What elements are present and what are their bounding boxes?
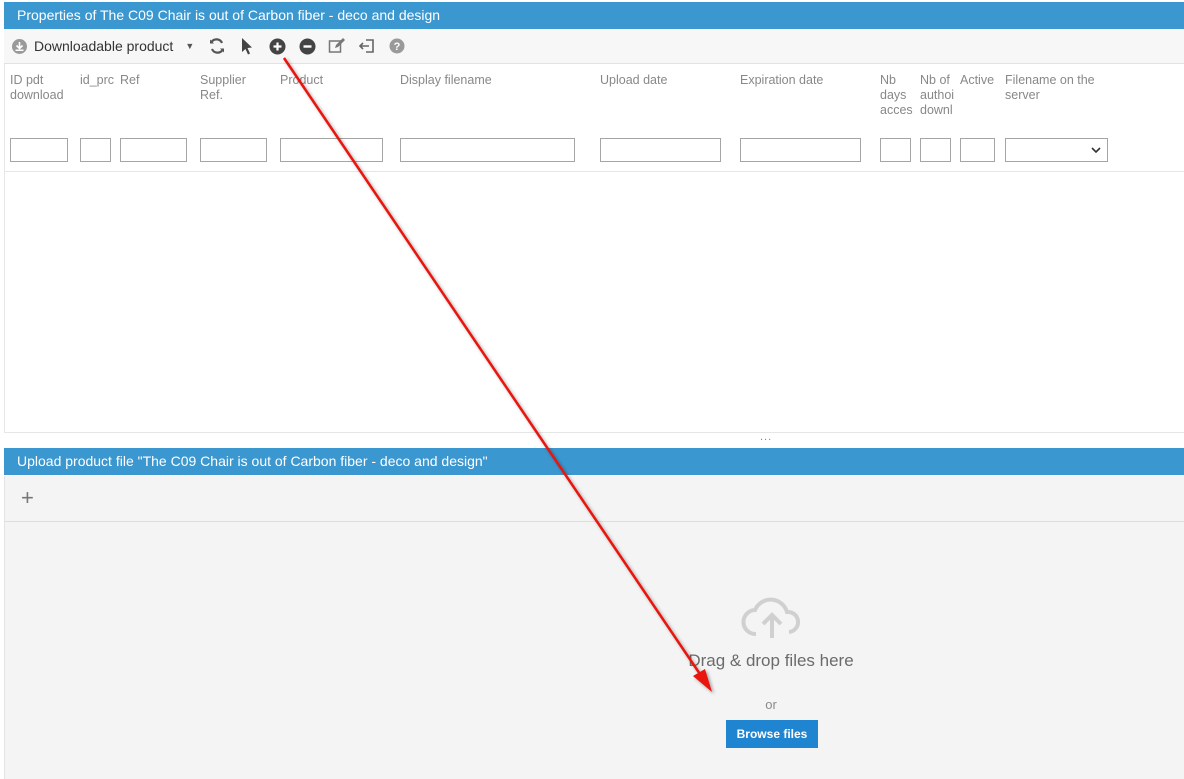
add-circle-icon[interactable]	[265, 34, 289, 58]
filter-supplier-ref[interactable]	[200, 138, 267, 162]
column-header-active[interactable]: Active	[960, 73, 1002, 88]
drag-drop-text: Drag & drop files here	[688, 651, 854, 670]
column-header-upload-date[interactable]: Upload date	[600, 73, 730, 88]
filter-expiration-date[interactable]	[740, 138, 861, 162]
filter-id-product[interactable]	[80, 138, 111, 162]
chevron-down-icon	[1091, 146, 1101, 153]
column-header-id-product[interactable]: id_prc	[80, 73, 118, 88]
svg-text:?: ?	[394, 41, 401, 53]
upload-toolbar: +	[4, 476, 1184, 522]
or-text: or	[765, 697, 777, 712]
column-header-id-pdt-download[interactable]: ID pdt download	[10, 73, 72, 103]
filter-ref[interactable]	[120, 138, 187, 162]
add-file-button[interactable]: +	[21, 486, 34, 510]
filter-upload-date[interactable]	[600, 138, 721, 162]
properties-panel-title: Properties of The C09 Chair is out of Ca…	[4, 2, 1184, 29]
column-header-nb-days-access[interactable]: Nb days acces	[880, 73, 914, 118]
downloadable-product-dropdown[interactable]: Downloadable product ▼	[11, 38, 194, 55]
filter-active[interactable]	[960, 138, 995, 162]
remove-circle-icon[interactable]	[295, 34, 319, 58]
column-header-expiration-date[interactable]: Expiration date	[740, 73, 870, 88]
edit-icon[interactable]	[325, 34, 349, 58]
help-icon[interactable]: ?	[385, 34, 409, 58]
filter-filename-on-server-select[interactable]	[1005, 138, 1108, 162]
column-header-supplier-ref[interactable]: Supplier Ref.	[200, 73, 262, 103]
filter-display-filename[interactable]	[400, 138, 575, 162]
column-header-product[interactable]: Product	[280, 73, 380, 88]
download-icon	[11, 38, 28, 55]
column-header-filename-on-server[interactable]: Filename on the server	[1005, 73, 1115, 103]
browse-files-button[interactable]: Browse files	[726, 720, 818, 748]
grid-header-separator	[5, 171, 1184, 172]
filter-nb-days-access[interactable]	[880, 138, 911, 162]
refresh-icon[interactable]	[205, 34, 229, 58]
exit-icon[interactable]	[355, 34, 379, 58]
filter-nb-authorized-downloads[interactable]	[920, 138, 951, 162]
panel-splitter[interactable]: ...	[760, 431, 772, 443]
column-header-display-filename[interactable]: Display filename	[400, 73, 590, 88]
cloud-upload-icon	[740, 594, 804, 645]
file-dropzone[interactable]: Drag & drop files here or Browse files	[4, 522, 1184, 779]
dropdown-label: Downloadable product	[34, 38, 174, 54]
select-cursor-icon[interactable]	[235, 34, 259, 58]
downloads-grid: ID pdt download id_prc Ref Supplier Ref.…	[4, 64, 1184, 433]
filter-product[interactable]	[280, 138, 383, 162]
column-header-nb-authorized-downloads[interactable]: Nb of authoi downl	[920, 73, 956, 118]
caret-down-icon: ▼	[185, 41, 195, 51]
filter-id-pdt-download[interactable]	[10, 138, 68, 162]
column-header-ref[interactable]: Ref	[120, 73, 190, 88]
grid-toolbar: Downloadable product ▼ ?	[4, 29, 1184, 64]
upload-panel-title: Upload product file "The C09 Chair is ou…	[4, 448, 1184, 475]
